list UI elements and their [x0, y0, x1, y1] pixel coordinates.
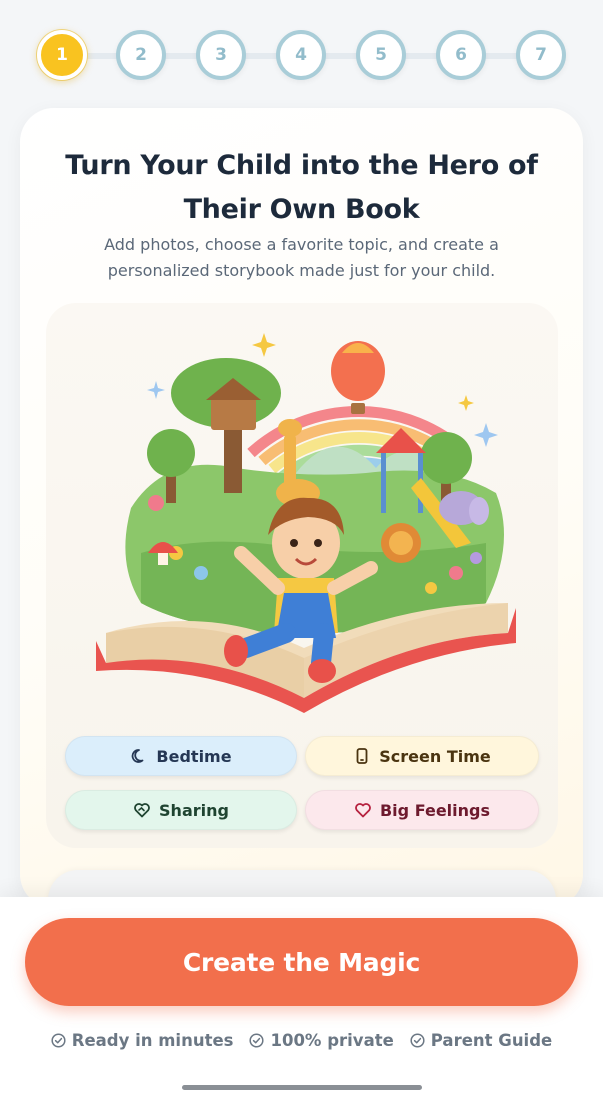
- phone-icon: [353, 747, 371, 765]
- topic-label-bedtime: Bedtime: [156, 746, 232, 766]
- trust-item-ready: Ready in minutes: [51, 1030, 234, 1050]
- step-4[interactable]: 4: [276, 30, 326, 80]
- topic-chip-screen-time[interactable]: Screen Time: [305, 736, 539, 776]
- page-subtitle: Add photos, choose a favorite topic, and…: [50, 232, 553, 284]
- topic-chip-big-feelings[interactable]: Big Feelings: [305, 790, 539, 830]
- bottom-action-bar: Create the Magic Ready in minutes 100% p…: [0, 897, 603, 1100]
- progress-stepper: 1 2 3 4 5 6 7: [0, 0, 603, 110]
- trust-item-private: 100% private: [249, 1030, 394, 1050]
- trust-label-ready: Ready in minutes: [71, 1030, 234, 1050]
- topic-label-big-feelings: Big Feelings: [379, 800, 491, 820]
- page-title: Turn Your Child into the Hero of Their O…: [60, 144, 543, 232]
- step-5[interactable]: 5: [356, 30, 406, 80]
- step-7[interactable]: 7: [516, 30, 566, 80]
- moon-icon: [130, 747, 148, 765]
- step-6[interactable]: 6: [436, 30, 486, 80]
- trust-label-parent-guide: Parent Guide: [430, 1030, 553, 1050]
- topic-chip-sharing[interactable]: Sharing: [65, 790, 297, 830]
- heart-icon: [354, 801, 372, 819]
- check-circle-icon: [410, 1032, 425, 1048]
- cta-label: Create the Magic: [182, 947, 421, 977]
- heart-handshake-icon: [133, 801, 151, 819]
- check-circle-icon: [249, 1032, 265, 1048]
- step-1[interactable]: 1: [37, 30, 87, 80]
- hero-card: Turn Your Child into the Hero of Their O…: [20, 108, 583, 908]
- home-indicator: [182, 1085, 422, 1090]
- create-the-magic-button[interactable]: Create the Magic: [25, 918, 578, 1006]
- topic-chip-bedtime[interactable]: Bedtime: [65, 736, 297, 776]
- topic-label-sharing: Sharing: [159, 800, 229, 820]
- step-2[interactable]: 2: [116, 30, 166, 80]
- trust-badges: Ready in minutes 100% private Parent Gui…: [0, 1027, 603, 1053]
- topic-label-screen-time: Screen Time: [379, 746, 491, 766]
- check-circle-icon: [51, 1032, 66, 1048]
- title-line-1: Turn Your Child into the Hero of: [65, 150, 538, 181]
- title-line-2: Their Own Book: [183, 194, 420, 225]
- subtitle-line-2: personalized storybook made just for you…: [107, 261, 496, 280]
- subtitle-line-1: Add photos, choose a favorite topic, and…: [104, 235, 499, 254]
- step-3[interactable]: 3: [196, 30, 246, 80]
- trust-item-parent-guide: Parent Guide: [410, 1031, 552, 1050]
- trust-label-private: 100% private: [270, 1030, 394, 1050]
